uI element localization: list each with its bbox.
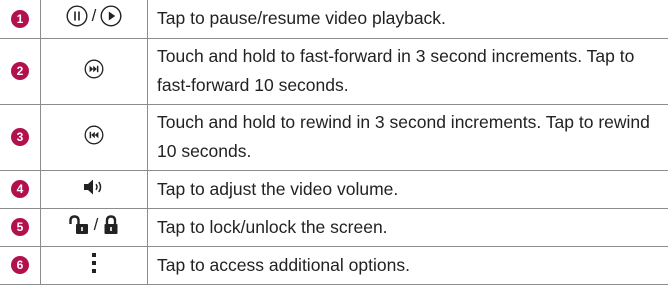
pause-icon xyxy=(66,5,88,27)
description-cell: Touch and hold to fast-forward in 3 seco… xyxy=(147,37,668,105)
row-number-cell: 1 xyxy=(0,0,41,39)
description-cell: Tap to pause/resume video playback. xyxy=(147,0,668,39)
description-cell: Touch and hold to rewind in 3 second inc… xyxy=(147,103,668,171)
row-number-cell: 6 xyxy=(0,245,41,285)
icon-cell xyxy=(40,37,148,105)
rewind-icon xyxy=(84,125,104,144)
icon-separator: / xyxy=(91,6,97,26)
step-number-badge: 1 xyxy=(11,9,29,28)
table-row: 6 Tap to access additional options. xyxy=(0,245,668,285)
table-row: 2 Touch and hold to fast-forward in 3 se… xyxy=(0,37,668,105)
step-number-badge: 6 xyxy=(11,256,29,274)
row-number-cell: 2 xyxy=(0,37,41,105)
play-icon xyxy=(100,5,122,27)
step-number-badge: 2 xyxy=(11,62,29,80)
row-number-cell: 5 xyxy=(0,207,41,247)
volume-icon xyxy=(84,179,102,194)
table-row: 4 Tap to adjust the video volume. xyxy=(0,169,668,209)
fast-forward-icon xyxy=(84,59,104,78)
description-cell: Tap to access additional options. xyxy=(147,245,668,285)
table-row: 5 / Tap to lock/unlock the screen. xyxy=(0,207,668,247)
table-row: 1 / Tap to pause/resume video playback. xyxy=(0,0,668,39)
description-cell: Tap to lock/unlock the screen. xyxy=(147,207,668,247)
icon-cell xyxy=(40,169,148,209)
unlock-icon xyxy=(68,214,88,234)
icon-cell xyxy=(40,245,148,285)
table-row: 3 Touch and hold to rewind in 3 second i… xyxy=(0,103,668,171)
lock-icon xyxy=(104,214,118,234)
icon-cell xyxy=(40,103,148,171)
row-number-cell: 4 xyxy=(0,169,41,209)
icon-cell: / xyxy=(40,0,148,39)
step-number-badge: 5 xyxy=(11,218,29,236)
more-options-icon xyxy=(92,252,96,273)
description-cell: Tap to adjust the video volume. xyxy=(147,169,668,209)
step-number-badge: 4 xyxy=(11,180,29,198)
icon-cell: / xyxy=(40,207,148,247)
step-number-badge: 3 xyxy=(11,128,29,146)
controls-table: 1 / Tap to pause/resume video playback. … xyxy=(0,0,668,285)
icon-separator: / xyxy=(93,214,99,234)
row-number-cell: 3 xyxy=(0,103,41,171)
